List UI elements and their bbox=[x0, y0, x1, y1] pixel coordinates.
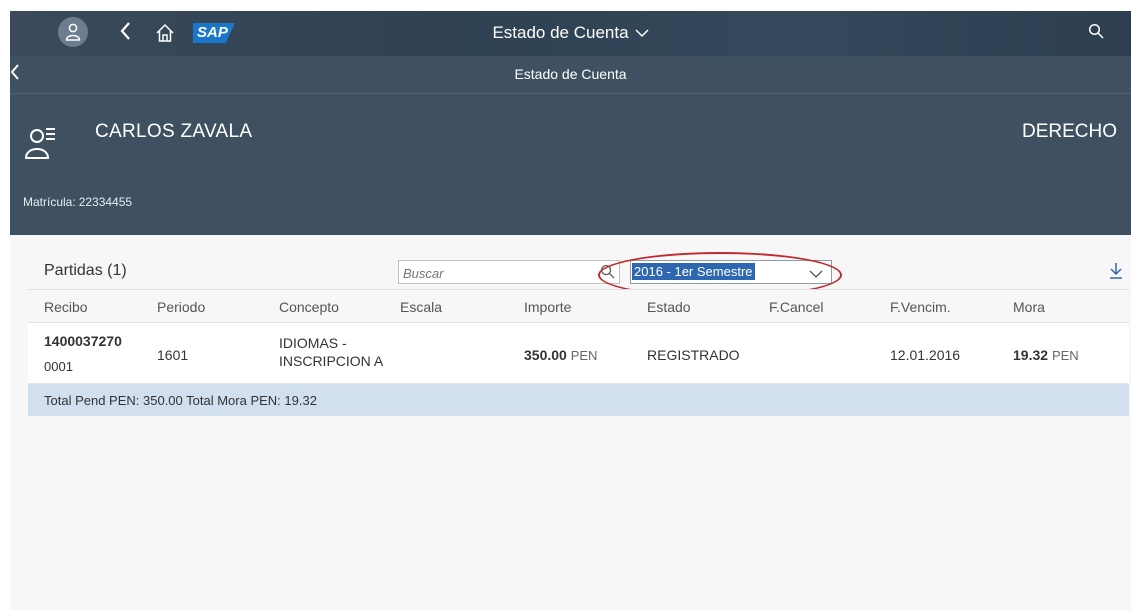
mora: 19.32 PEN bbox=[1013, 347, 1079, 363]
app-title: Estado de Cuenta bbox=[492, 23, 629, 42]
main-content: Partidas (1) 2016 - 1er Semestre Recibo … bbox=[10, 235, 1131, 610]
recibo-sub: 0001 bbox=[44, 359, 73, 374]
search-icon bbox=[1088, 23, 1104, 39]
shell-bar: SAP Estado de Cuenta bbox=[10, 11, 1131, 56]
column-header: Concepto bbox=[279, 299, 339, 315]
mora-amount: 19.32 bbox=[1013, 347, 1049, 363]
object-header: CARLOS ZAVALA DERECHO Matrícula: 22334455 bbox=[10, 94, 1131, 235]
app-title-menu[interactable]: Estado de Cuenta bbox=[10, 23, 1131, 43]
search-input[interactable] bbox=[399, 261, 590, 285]
status-label: DERECHO bbox=[1021, 121, 1117, 142]
total-row: Total Pend PEN: 350.00 Total Mora PEN: 1… bbox=[28, 384, 1129, 416]
table-toolbar: Partidas (1) 2016 - 1er Semestre bbox=[28, 249, 1129, 298]
concepto-line2: INSCRIPCION A bbox=[279, 353, 384, 369]
download-icon bbox=[1110, 263, 1122, 279]
mora-currency: PEN bbox=[1051, 348, 1079, 363]
shell-search-button[interactable] bbox=[1088, 23, 1104, 44]
column-header: Mora bbox=[1013, 299, 1045, 315]
customer-name: CARLOS ZAVALA bbox=[95, 121, 253, 142]
matricula-value: 22334455 bbox=[78, 195, 133, 209]
column-header: Periodo bbox=[157, 299, 206, 315]
search-field[interactable] bbox=[398, 260, 620, 285]
column-header: Escala bbox=[400, 299, 443, 315]
column-header: Importe bbox=[524, 299, 572, 315]
download-button[interactable] bbox=[1109, 262, 1123, 285]
subheader: Estado de Cuenta bbox=[10, 56, 1131, 94]
estado: REGISTRADO bbox=[647, 347, 740, 363]
importe-currency: PEN bbox=[570, 348, 598, 363]
chevron-down-icon bbox=[635, 29, 649, 38]
periodo: 1601 bbox=[157, 347, 189, 363]
partidas-table: Partidas (1) 2016 - 1er Semestre Recibo … bbox=[28, 249, 1129, 416]
table-header: Recibo Periodo Concepto Escala Importe E… bbox=[28, 289, 1129, 323]
matricula-label: Matrícula: bbox=[23, 195, 76, 209]
importe-amount: 350.00 bbox=[524, 347, 567, 363]
recibo-number: 1400037270 bbox=[44, 333, 122, 349]
column-header: Recibo bbox=[44, 299, 88, 315]
column-header: Estado bbox=[647, 299, 691, 315]
table-row[interactable]: 1400037270 0001 1601 IDIOMAS - INSCRIPCI… bbox=[28, 323, 1129, 384]
f-vencim: 12.01.2016 bbox=[890, 347, 961, 363]
total-text: Total Pend PEN: 350.00 Total Mora PEN: 1… bbox=[44, 393, 317, 408]
concepto-line1: IDIOMAS - bbox=[279, 335, 347, 351]
importe: 350.00 PEN bbox=[524, 347, 597, 363]
table-title: Partidas (1) bbox=[44, 262, 127, 279]
person-list-icon bbox=[24, 122, 64, 167]
page-title: Estado de Cuenta bbox=[514, 66, 627, 82]
column-header: F.Cancel bbox=[769, 299, 824, 315]
column-header: F.Vencim. bbox=[890, 299, 951, 315]
matricula: Matrícula: 22334455 bbox=[23, 195, 132, 209]
